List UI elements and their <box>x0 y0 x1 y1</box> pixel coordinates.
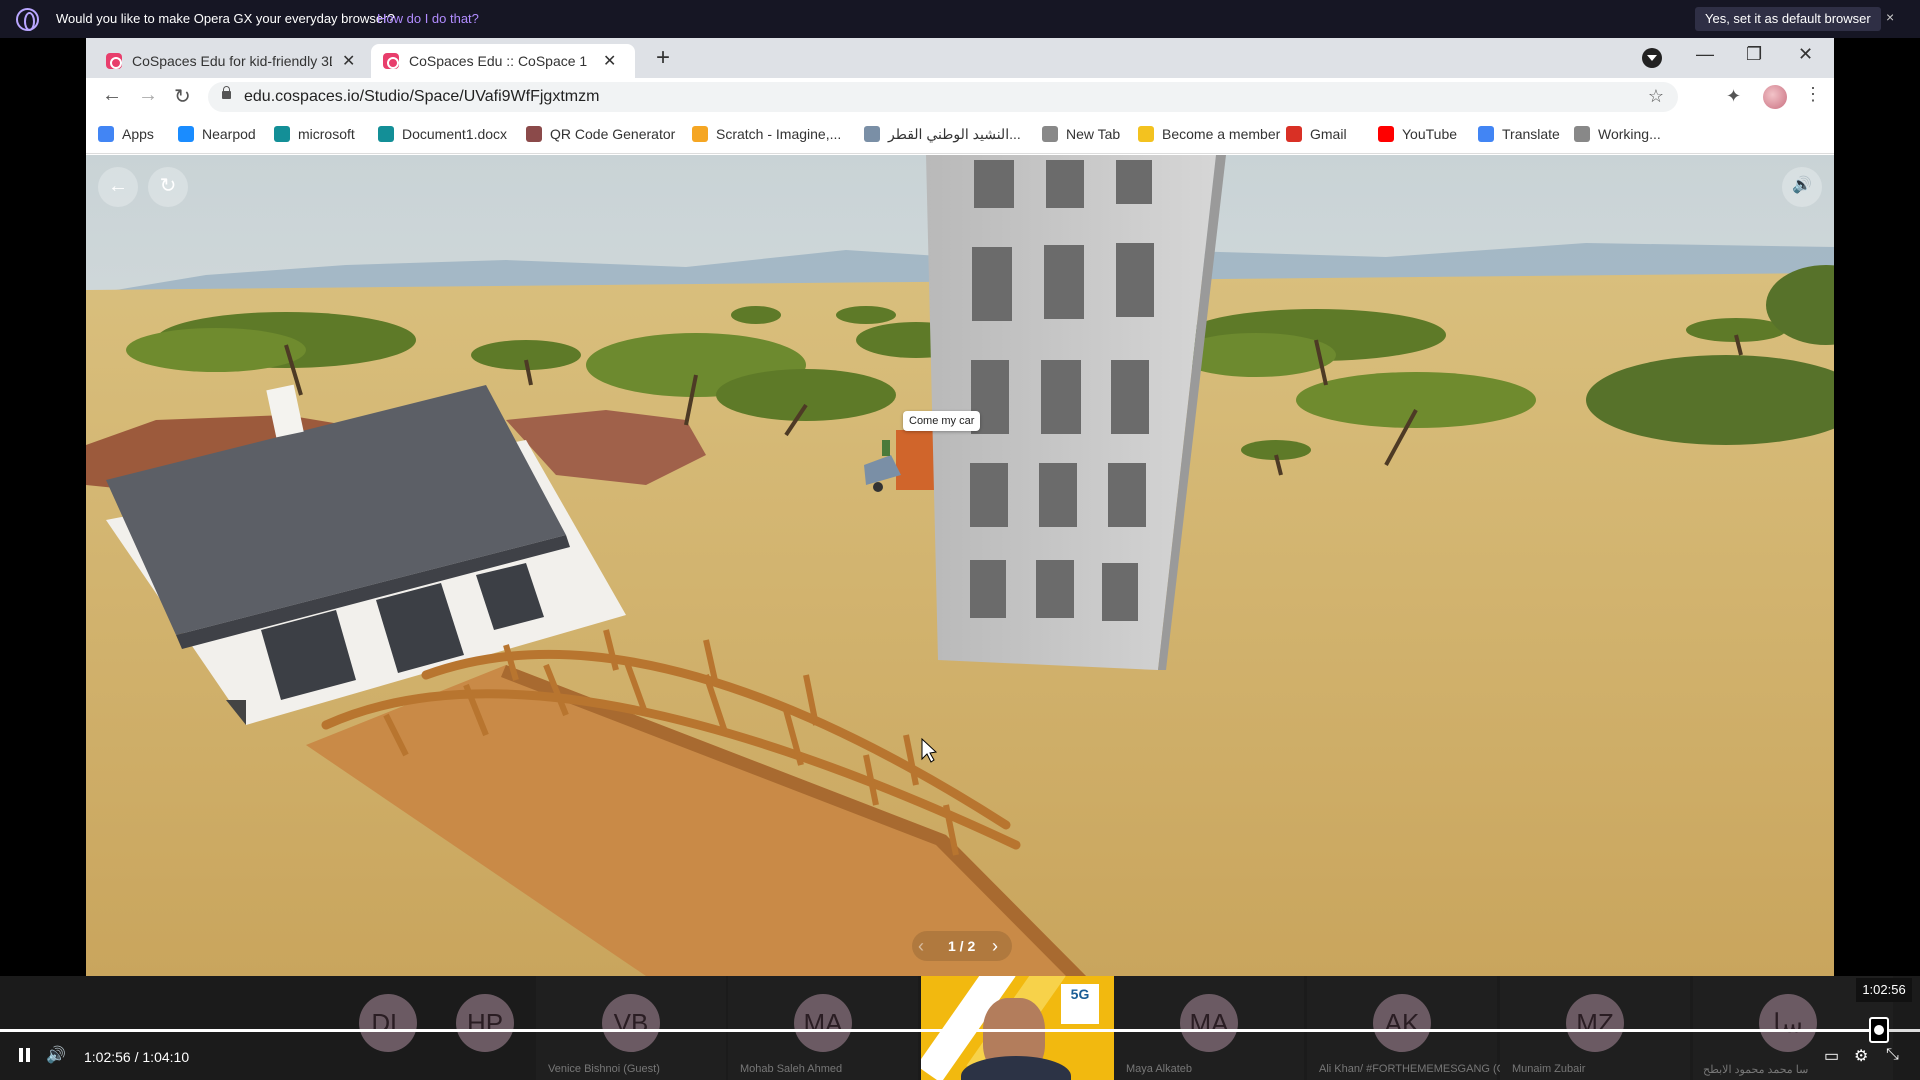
set-default-browser-button[interactable]: Yes, set it as default browser <box>1695 7 1881 31</box>
bookmark-item[interactable]: Apps <box>98 126 154 142</box>
bookmark-label: microsoft <box>298 126 355 142</box>
bookmark-item[interactable]: Gmail <box>1286 126 1347 142</box>
close-prompt-icon[interactable]: × <box>1886 9 1894 25</box>
captions-icon[interactable]: ▭ <box>1824 1046 1839 1066</box>
bookmark-item[interactable]: Nearpod <box>178 126 256 142</box>
scratch-icon <box>692 126 708 142</box>
youtube-icon <box>1378 126 1394 142</box>
browser-menu-icon[interactable]: ⋮ <box>1804 84 1822 105</box>
bookmark-item[interactable]: New Tab <box>1042 126 1120 142</box>
bookmark-item[interactable]: Working... <box>1574 126 1661 142</box>
url-text[interactable]: edu.cospaces.io/Studio/Space/UVafi9WfFjg… <box>244 88 599 106</box>
cospaces-favicon-icon <box>383 53 399 69</box>
tab-strip: CoSpaces Edu for kid-friendly 3D ✕ CoSpa… <box>86 38 1834 78</box>
current-time: 1:02:56 <box>84 1049 131 1065</box>
minimize-button[interactable]: — <box>1696 44 1714 65</box>
lock-icon <box>222 86 231 99</box>
back-button[interactable]: ← <box>102 84 122 107</box>
close-window-button[interactable]: ✕ <box>1798 44 1813 65</box>
bookmark-label: Working... <box>1598 126 1661 142</box>
browser-window: CoSpaces Edu for kid-friendly 3D ✕ CoSpa… <box>86 38 1834 976</box>
tab-title: CoSpaces Edu :: CoSpace 1 <box>409 53 588 69</box>
volume-icon[interactable]: 🔊 <box>46 1045 66 1065</box>
bookmark-star-icon[interactable]: ☆ <box>1648 86 1664 107</box>
reload-button[interactable]: ↻ <box>174 84 191 109</box>
opera-default-browser-bar: Would you like to make Opera GX your eve… <box>0 0 1920 38</box>
bookmark-item[interactable]: Scratch - Imagine,... <box>692 126 841 142</box>
bookmark-item[interactable]: Become a member <box>1138 126 1280 142</box>
scene-back-button[interactable]: ← <box>98 167 138 207</box>
speaker-icon <box>864 126 880 142</box>
scene-pager: ‹ 1 / 2 › <box>912 931 1012 961</box>
bookmark-label: Scratch - Imagine,... <box>716 126 842 142</box>
browser-toolbar: ← → ↻ edu.cospaces.io/Studio/Space/UVafi… <box>86 78 1834 116</box>
previous-scene-button[interactable]: ‹ <box>918 936 924 957</box>
progress-scrubber-handle[interactable] <box>1869 1017 1889 1043</box>
nearpod-icon <box>178 126 194 142</box>
speech-bubble: Come my car <box>903 411 981 431</box>
restore-button[interactable]: ❐ <box>1746 44 1762 65</box>
video-progress-bar[interactable] <box>0 1029 1920 1032</box>
bookmark-item[interactable]: YouTube <box>1378 126 1457 142</box>
scene-render <box>86 155 1834 976</box>
bookmarks-bar: Apps Nearpod microsoft Document1.docx QR Cod… <box>86 116 1834 154</box>
onedrive-icon <box>378 126 394 142</box>
how-do-i-do-that-link[interactable]: How do I do that? <box>377 11 479 26</box>
cospaces-3d-scene[interactable]: ← ↻ 🔊 Come my car ‹ 1 / 2 › <box>86 155 1834 976</box>
minimize-player-icon[interactable]: ⤡ <box>1886 1046 1899 1064</box>
sound-toggle-button[interactable]: 🔊 <box>1782 167 1822 207</box>
tab-cospace-1[interactable]: CoSpaces Edu :: CoSpace 1 ✕ <box>371 44 635 78</box>
scene-page-indicator: 1 / 2 <box>948 938 976 954</box>
bookmark-label: Translate <box>1502 126 1560 142</box>
bookmark-item[interactable]: النشيد الوطني القطر... <box>864 126 1021 143</box>
profile-avatar[interactable] <box>1763 85 1787 109</box>
forward-button[interactable]: → <box>138 84 158 107</box>
tab-title: CoSpaces Edu for kid-friendly 3D <box>132 53 332 69</box>
duration: 1:04:10 <box>142 1049 190 1065</box>
bookmark-item[interactable]: Translate <box>1478 126 1560 142</box>
bookmark-item[interactable]: Document1.docx <box>378 126 507 142</box>
close-tab-icon[interactable]: ✕ <box>342 51 355 71</box>
gmail-icon <box>1286 126 1302 142</box>
address-bar[interactable]: edu.cospaces.io/Studio/Space/UVafi9WfFjg… <box>208 82 1678 112</box>
globe-icon <box>1574 126 1590 142</box>
pause-icon[interactable] <box>18 1048 32 1062</box>
bookmark-label: Apps <box>122 126 154 142</box>
new-tab-button[interactable]: + <box>656 44 670 72</box>
bookmark-label: Gmail <box>1310 126 1347 142</box>
time-tooltip: 1:02:56 <box>1856 978 1912 1002</box>
bookmark-label: Become a member <box>1162 126 1281 142</box>
bookmark-label: New Tab <box>1066 126 1121 142</box>
video-controls: 🔊 1:02:56 / 1:04:10 ▭ ⚙ ⤡ <box>0 1044 1920 1080</box>
close-tab-icon[interactable]: ✕ <box>603 51 616 71</box>
bookmark-label: Nearpod <box>202 126 256 142</box>
time-separator: / <box>134 1049 139 1065</box>
bookmark-label: YouTube <box>1402 126 1458 142</box>
extensions-puzzle-icon[interactable]: ✦ <box>1726 86 1741 107</box>
globe-icon <box>1042 126 1058 142</box>
apps-grid-icon <box>98 126 114 142</box>
bookmark-item[interactable]: QR Code Generator <box>526 126 675 142</box>
bookmark-label: QR Code Generator <box>550 126 676 142</box>
translate-icon <box>1478 126 1494 142</box>
next-scene-button[interactable]: › <box>992 936 998 957</box>
cospaces-favicon-icon <box>106 53 122 69</box>
opera-gx-logo-icon <box>16 8 39 31</box>
qr-icon <box>526 126 542 142</box>
progress-fill <box>0 1029 1884 1032</box>
microsoft-icon <box>274 126 290 142</box>
timecode: 1:02:56 / 1:04:10 <box>84 1049 189 1065</box>
scene-reset-button[interactable]: ↻ <box>148 167 188 207</box>
media-control-icon[interactable] <box>1642 48 1662 68</box>
bookmark-label: النشيد الوطني القطر... <box>888 126 1021 142</box>
bookmark-item[interactable]: microsoft <box>274 126 355 142</box>
settings-gear-icon[interactable]: ⚙ <box>1854 1046 1868 1066</box>
opera-prompt-message: Would you like to make Opera GX your eve… <box>56 11 395 26</box>
smile-icon <box>1138 126 1154 142</box>
tab-cospaces-edu-home[interactable]: CoSpaces Edu for kid-friendly 3D ✕ <box>94 44 359 78</box>
studio-logo: 5G <box>1061 984 1099 1024</box>
bookmark-label: Document1.docx <box>402 126 508 142</box>
